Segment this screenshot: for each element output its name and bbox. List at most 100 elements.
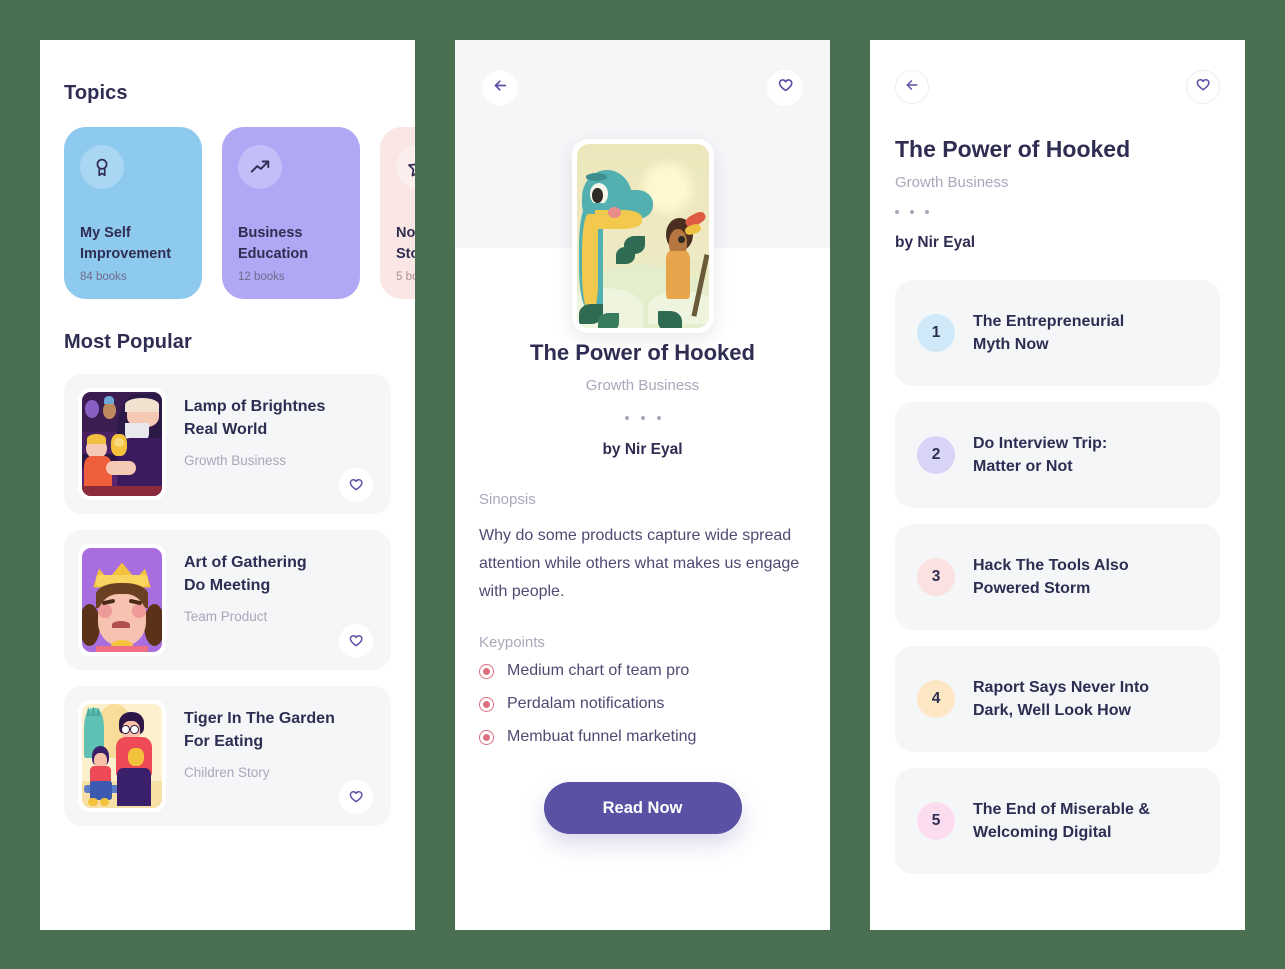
book-cover-thumbnail bbox=[78, 388, 166, 500]
chapter-number-badge: 4 bbox=[917, 680, 955, 718]
screens-stage: Topics My Self Improvement 84 books Busi… bbox=[0, 0, 1285, 969]
star-icon bbox=[396, 145, 415, 189]
book-category: Growth Business bbox=[184, 453, 287, 469]
list-item[interactable]: 4 Raport Says Never Into Dark, Well Look… bbox=[895, 646, 1220, 752]
dot bbox=[656, 416, 661, 420]
book-title: Tiger In The Garden For Eating bbox=[184, 710, 335, 750]
topic-count: 84 books bbox=[80, 271, 127, 283]
list-item[interactable]: Lamp of Brightnes Real World Growth Busi… bbox=[64, 374, 391, 514]
topic-name: Business Education bbox=[238, 225, 309, 263]
chapters-header: The Power of Hooked Growth Business by N… bbox=[870, 40, 1245, 252]
topics-section: Topics My Self Improvement 84 books Busi… bbox=[40, 40, 415, 299]
chapter-title: The End of Miserable & Welcoming Digital bbox=[973, 800, 1150, 841]
radio-filled-icon bbox=[479, 729, 494, 745]
list-item[interactable]: Art of Gathering Do Meeting Team Product bbox=[64, 530, 391, 670]
book-category: Growth Business bbox=[895, 174, 1009, 191]
dots-separator bbox=[895, 210, 1220, 214]
keypoints-label: Keypoints bbox=[479, 634, 545, 651]
dot bbox=[895, 210, 899, 214]
heart-icon bbox=[777, 77, 794, 99]
list-item[interactable]: 1 The Entrepreneurial Myth Now bbox=[895, 280, 1220, 386]
list-item[interactable]: Tiger In The Garden For Eating Children … bbox=[64, 686, 391, 826]
dot bbox=[624, 416, 629, 420]
book-title: Lamp of Brightnes Real World bbox=[184, 398, 326, 438]
book-title: The Power of Hooked bbox=[530, 340, 755, 365]
book-author: by Nir Eyal bbox=[602, 441, 683, 458]
keypoint-text: Membuat funnel marketing bbox=[507, 728, 697, 745]
chapter-number-badge: 3 bbox=[917, 558, 955, 596]
chapter-title: Raport Says Never Into Dark, Well Look H… bbox=[973, 678, 1150, 719]
topic-count: 12 books bbox=[238, 271, 285, 283]
most-popular-heading: Most Popular bbox=[64, 331, 192, 353]
heart-icon[interactable] bbox=[339, 468, 373, 502]
list-item: Medium chart of team pro bbox=[479, 662, 806, 680]
hooked-cover bbox=[576, 144, 709, 328]
header-button-row bbox=[895, 70, 1220, 104]
topic-name: Non Fiction Story bbox=[396, 225, 415, 263]
favorite-button[interactable] bbox=[767, 70, 803, 106]
keypoint-text: Perdalam notifications bbox=[507, 695, 665, 712]
topic-name: My Self Improvement bbox=[80, 225, 172, 263]
list-item: Membuat funnel marketing bbox=[479, 728, 806, 746]
keypoints-list: Medium chart of team pro Perdalam notifi… bbox=[479, 662, 806, 746]
dot bbox=[910, 210, 914, 214]
book-title: The Power of Hooked bbox=[895, 136, 1131, 162]
topic-count: 5 books bbox=[396, 271, 415, 283]
radio-filled-icon bbox=[479, 696, 494, 712]
keypoint-text: Medium chart of team pro bbox=[507, 662, 690, 679]
book-category: Children Story bbox=[184, 765, 270, 781]
synopsis-text: Why do some products capture wide spread… bbox=[479, 527, 800, 600]
radio-filled-icon bbox=[479, 663, 494, 679]
book-title: Art of Gathering Do Meeting bbox=[184, 554, 307, 594]
chapter-title: Hack The Tools Also Powered Storm bbox=[973, 556, 1129, 597]
art-gathering-cover bbox=[82, 548, 162, 652]
topic-card-my-self-improvement[interactable]: My Self Improvement 84 books bbox=[64, 127, 202, 299]
heart-icon bbox=[1195, 77, 1211, 98]
phone-screen-home: Topics My Self Improvement 84 books Busi… bbox=[40, 40, 415, 930]
chapter-list: 1 The Entrepreneurial Myth Now 2 Do Inte… bbox=[870, 280, 1245, 874]
book-category: Growth Business bbox=[585, 377, 700, 394]
phone-screen-detail: The Power of Hooked Growth Business by N… bbox=[455, 40, 830, 930]
list-item[interactable]: 3 Hack The Tools Also Powered Storm bbox=[895, 524, 1220, 630]
list-item[interactable]: 5 The End of Miserable & Welcoming Digit… bbox=[895, 768, 1220, 874]
most-popular-section: Most Popular Lamp of Brightnes Real Worl… bbox=[40, 299, 415, 826]
topic-card-non-fiction-story[interactable]: Non Fiction Story 5 books bbox=[380, 127, 415, 299]
tiger-garden-cover bbox=[82, 704, 162, 808]
read-now-wrap: Read Now bbox=[479, 782, 806, 834]
list-item: Perdalam notifications bbox=[479, 695, 806, 713]
arrow-left-icon bbox=[492, 77, 509, 99]
dots-separator bbox=[455, 416, 830, 420]
chapter-title: The Entrepreneurial Myth Now bbox=[973, 312, 1125, 353]
heart-icon[interactable] bbox=[339, 624, 373, 658]
topic-card-business-education[interactable]: Business Education 12 books bbox=[222, 127, 360, 299]
detail-body: Sinopsis Why do some products capture wi… bbox=[455, 491, 830, 834]
heart-icon[interactable] bbox=[339, 780, 373, 814]
book-cover-large bbox=[571, 139, 714, 333]
award-icon bbox=[80, 145, 124, 189]
favorite-button[interactable] bbox=[1186, 70, 1220, 104]
book-list: Lamp of Brightnes Real World Growth Busi… bbox=[64, 374, 391, 826]
read-now-button[interactable]: Read Now bbox=[543, 782, 742, 834]
chapter-number-badge: 1 bbox=[917, 314, 955, 352]
trending-up-icon bbox=[238, 145, 282, 189]
chapter-title: Do Interview Trip: Matter or Not bbox=[973, 434, 1108, 475]
back-button[interactable] bbox=[482, 70, 518, 106]
book-cover-thumbnail bbox=[78, 544, 166, 656]
lamp-brightness-cover bbox=[82, 392, 162, 496]
topics-scroller[interactable]: My Self Improvement 84 books Business Ed… bbox=[64, 127, 415, 299]
phone-screen-chapters: The Power of Hooked Growth Business by N… bbox=[870, 40, 1245, 930]
detail-meta: The Power of Hooked Growth Business by N… bbox=[455, 340, 830, 459]
list-item[interactable]: 2 Do Interview Trip: Matter or Not bbox=[895, 402, 1220, 508]
dot bbox=[640, 416, 645, 420]
chapter-number-badge: 2 bbox=[917, 436, 955, 474]
dot bbox=[925, 210, 929, 214]
book-category: Team Product bbox=[184, 609, 268, 625]
back-button[interactable] bbox=[895, 70, 929, 104]
chapter-number-badge: 5 bbox=[917, 802, 955, 840]
book-author: by Nir Eyal bbox=[895, 234, 976, 251]
synopsis-label: Sinopsis bbox=[479, 491, 536, 508]
arrow-left-icon bbox=[904, 77, 920, 98]
